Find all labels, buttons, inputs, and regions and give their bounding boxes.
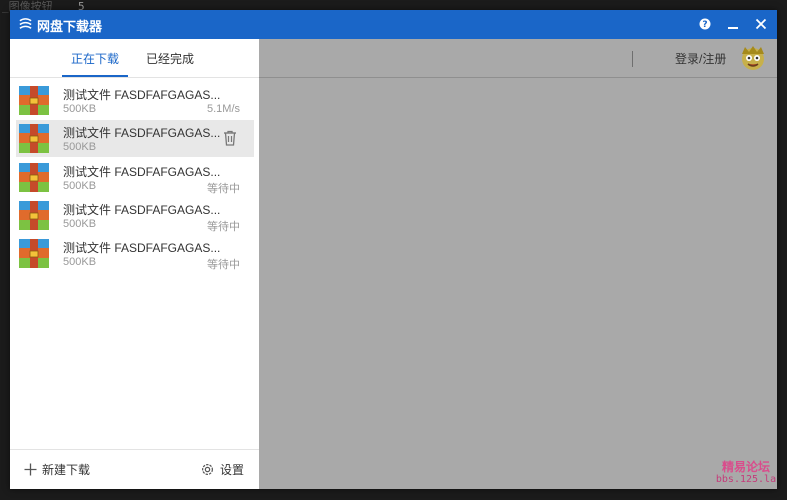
archive-file-icon bbox=[19, 124, 49, 153]
minimize-button[interactable] bbox=[723, 14, 743, 34]
download-item[interactable]: 测试文件 FASDFAFGAGAS... 500KB 等待中 bbox=[16, 235, 254, 272]
main-content-overlay: 登录/注册 bbox=[259, 39, 777, 489]
watermark-line1: 精易论坛 bbox=[721, 460, 770, 474]
bottom-bar: 新建下载 设置 bbox=[10, 449, 259, 490]
login-register-link[interactable]: 登录/注册 bbox=[675, 50, 726, 67]
file-size: 500KB bbox=[63, 141, 97, 153]
file-size: 500KB bbox=[63, 256, 97, 268]
file-name: 测试文件 FASDFAFGAGAS... bbox=[63, 203, 221, 217]
settings-label: 设置 bbox=[220, 463, 245, 477]
download-status: 等待中 bbox=[207, 183, 240, 195]
watermark-line2: bbs.125.la bbox=[715, 474, 777, 485]
download-item[interactable]: 测试文件 FASDFAFGAGAS... 500KB 等待中 bbox=[16, 159, 254, 196]
app-logo-icon bbox=[19, 18, 32, 29]
title-bar[interactable]: 网盘下载器 ? bbox=[10, 10, 777, 39]
trash-icon[interactable] bbox=[221, 129, 239, 147]
help-glyph: ? bbox=[702, 20, 707, 30]
new-download-button[interactable]: 新建下载 bbox=[24, 461, 90, 478]
download-status: 等待中 bbox=[207, 259, 240, 271]
tab-downloading[interactable]: 正在下载 bbox=[71, 50, 119, 67]
download-item[interactable]: 测试文件 FASDFAFGAGAS... 500KB 5.1M/s bbox=[16, 82, 254, 119]
tab-bar: 正在下载 已经完成 bbox=[10, 39, 259, 78]
file-name: 测试文件 FASDFAFGAGAS... bbox=[63, 241, 221, 255]
topbar-divider bbox=[632, 51, 633, 67]
download-panel: 正在下载 已经完成 测试文件 FASDFAFGAGAS... 500KB 5.1… bbox=[10, 39, 259, 489]
close-button[interactable] bbox=[751, 14, 771, 34]
minimize-icon bbox=[728, 27, 738, 29]
top-bar: 登录/注册 bbox=[259, 39, 777, 78]
archive-file-icon bbox=[19, 201, 49, 230]
download-speed: 5.1M/s bbox=[206, 103, 240, 115]
close-icon bbox=[755, 18, 767, 30]
download-status: 等待中 bbox=[207, 221, 240, 233]
downloader-window: 网盘下载器 ? 登录/注册 正在下载 已经完成 测试文件 FASDFAFGAGA… bbox=[10, 10, 777, 489]
avatar-icon[interactable] bbox=[739, 44, 767, 72]
settings-button[interactable]: 设置 bbox=[200, 461, 244, 478]
new-download-label: 新建下载 bbox=[42, 463, 91, 477]
file-size: 500KB bbox=[63, 103, 97, 115]
active-tab-indicator bbox=[62, 75, 128, 77]
file-size: 500KB bbox=[63, 180, 97, 192]
download-item[interactable]: 测试文件 FASDFAFGAGAS... 500KB 等待中 bbox=[16, 197, 254, 234]
file-size: 500KB bbox=[63, 218, 97, 230]
window-title: 网盘下载器 bbox=[37, 19, 103, 34]
plus-icon bbox=[24, 463, 37, 476]
file-name: 测试文件 FASDFAFGAGAS... bbox=[63, 165, 221, 179]
gear-icon bbox=[202, 464, 213, 475]
download-item[interactable]: 测试文件 FASDFAFGAGAS... 500KB bbox=[16, 120, 254, 157]
archive-file-icon bbox=[19, 239, 49, 268]
archive-file-icon bbox=[19, 86, 49, 115]
help-icon: ? bbox=[699, 18, 711, 30]
help-button[interactable]: ? bbox=[695, 14, 715, 34]
file-name: 测试文件 FASDFAFGAGAS... bbox=[63, 126, 221, 140]
tab-completed[interactable]: 已经完成 bbox=[146, 50, 194, 67]
archive-file-icon bbox=[19, 163, 49, 192]
forum-watermark: 精易论坛 bbs.125.la bbox=[715, 460, 777, 490]
file-name: 测试文件 FASDFAFGAGAS... bbox=[63, 88, 221, 102]
